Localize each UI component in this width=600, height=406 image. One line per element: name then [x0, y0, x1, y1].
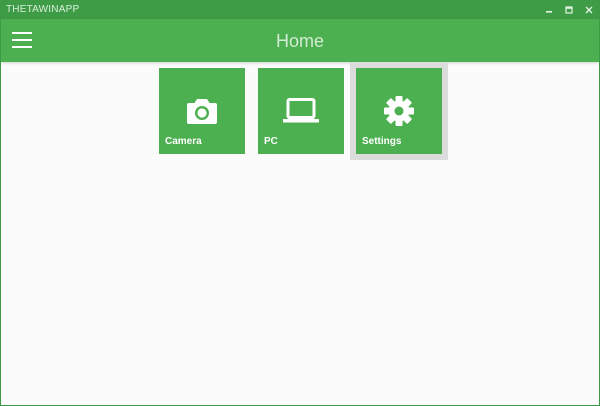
tile-label-pc: PC: [264, 136, 278, 147]
window-title: THETAWINAPP: [6, 4, 80, 15]
close-icon: [585, 6, 593, 14]
minimize-icon: [546, 11, 552, 13]
maximize-icon: [565, 6, 573, 14]
camera-tile[interactable]: Camera: [159, 68, 245, 154]
laptop-icon: [283, 98, 319, 123]
tile-label-camera: Camera: [165, 136, 202, 147]
window-titlebar[interactable]: THETAWINAPP: [1, 1, 599, 19]
app-window: THETAWINAPP Home Camera PC Settings: [0, 0, 600, 406]
home-content: Camera PC Settings: [1, 62, 599, 405]
close-button[interactable]: [579, 1, 599, 19]
settings-tile[interactable]: Settings: [356, 68, 442, 154]
pc-tile[interactable]: PC: [258, 68, 344, 154]
app-bar: Home: [1, 19, 599, 62]
tile-label-settings: Settings: [362, 136, 402, 147]
page-title: Home: [275, 31, 324, 51]
camera-icon: [187, 99, 217, 124]
minimize-button[interactable]: [539, 1, 559, 19]
maximize-button[interactable]: [559, 1, 579, 19]
gear-icon: [384, 96, 414, 126]
